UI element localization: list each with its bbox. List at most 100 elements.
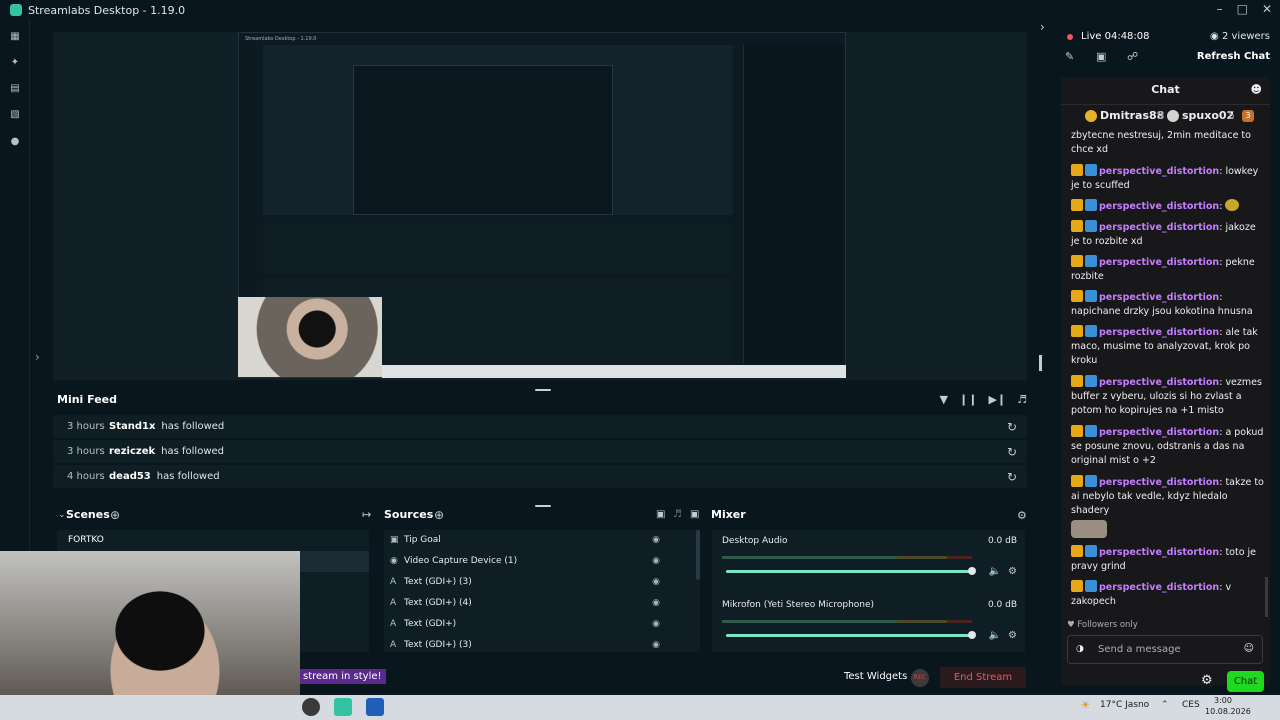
- collapse-scenes-icon[interactable]: ⌄: [58, 510, 66, 520]
- skip-icon[interactable]: ▶❙: [988, 393, 1006, 406]
- message-user[interactable]: perspective_distortion: [1099, 201, 1219, 212]
- chat-input[interactable]: ◑ Send a message ☺: [1067, 635, 1263, 664]
- message-user[interactable]: perspective_distortion: [1099, 257, 1219, 268]
- leader-name[interactable]: spuxo02: [1182, 109, 1234, 122]
- visibility-icon[interactable]: ◉: [652, 551, 660, 572]
- chat-users-icon[interactable]: ☻: [1251, 83, 1262, 96]
- source-item[interactable]: A Text (GDI+) (4) ◉: [384, 593, 694, 614]
- maximize-icon[interactable]: □: [1237, 2, 1248, 16]
- source-label: Text (GDI+) (3): [404, 577, 472, 587]
- collapse-chevron-icon[interactable]: ›: [1040, 20, 1045, 34]
- taskbar-app-record-icon[interactable]: [302, 698, 320, 716]
- channel-settings-icon[interactable]: ⚙: [1008, 630, 1017, 641]
- feed-user[interactable]: reziczek: [109, 446, 155, 457]
- source-group-icon[interactable]: ▣: [656, 509, 665, 520]
- source-item[interactable]: A Text (GDI+) (3) ◉: [384, 635, 694, 652]
- leader-count: 9: [1157, 109, 1164, 122]
- repeat-alert-icon[interactable]: ↻: [1007, 445, 1017, 459]
- mixer-title: Mixer: [711, 508, 746, 521]
- weather-label[interactable]: 17°C Jasno: [1100, 700, 1149, 710]
- chat-message: perspective_distortion: takze to ai neby…: [1071, 475, 1266, 538]
- source-item[interactable]: ◉ Video Capture Device (1) ◉: [384, 551, 694, 572]
- taskbar-app-streamlabs-icon[interactable]: [334, 698, 352, 716]
- volume-icon[interactable]: ♬: [1017, 393, 1027, 406]
- message-user[interactable]: perspective_distortion: [1099, 477, 1219, 488]
- volume-slider[interactable]: [726, 567, 976, 575]
- visibility-icon[interactable]: ◉: [652, 614, 660, 635]
- scene-item[interactable]: FORTKO: [57, 530, 369, 551]
- volume-knob[interactable]: [968, 631, 976, 639]
- emote-picker-icon[interactable]: ☺: [1244, 643, 1254, 654]
- folder-icon[interactable]: ▣: [690, 509, 699, 520]
- volume-slider[interactable]: [726, 631, 976, 639]
- expand-chevron-icon[interactable]: ›: [35, 350, 40, 364]
- message-user[interactable]: perspective_distortion: [1099, 582, 1219, 593]
- crown-badge-icon: [1071, 255, 1083, 267]
- volume-knob[interactable]: [968, 567, 976, 575]
- minimize-icon[interactable]: –: [1217, 2, 1223, 16]
- record-play-icon[interactable]: ●: [9, 137, 21, 147]
- prime-badge-icon: [1085, 199, 1097, 211]
- close-icon[interactable]: ✕: [1262, 2, 1272, 16]
- mini-feed: Mini Feed ▼ ❙❙ ▶❙ ♬ 3 hours Stand1x has …: [53, 390, 1027, 495]
- end-stream-button[interactable]: End Stream: [940, 667, 1026, 688]
- message-user[interactable]: perspective_distortion: [1099, 292, 1219, 303]
- source-item[interactable]: A Text (GDI+) (3) ◉: [384, 572, 694, 593]
- source-item[interactable]: ▣ Tip Goal ◉: [384, 530, 694, 551]
- taskbar-app-window-icon[interactable]: [366, 698, 384, 716]
- feed-user[interactable]: dead53: [109, 471, 151, 482]
- text-icon: A: [390, 598, 397, 608]
- repeat-alert-icon[interactable]: ↻: [1007, 470, 1017, 484]
- emote-image-icon: [1071, 520, 1107, 538]
- test-widgets-button[interactable]: Test Widgets: [844, 671, 907, 682]
- filter-icon[interactable]: ▼: [940, 393, 948, 406]
- repeat-alert-icon[interactable]: ↻: [1007, 420, 1017, 434]
- visibility-icon[interactable]: ◉: [652, 635, 660, 652]
- clock-date[interactable]: 10.08.2026: [1205, 707, 1251, 716]
- add-scene-icon[interactable]: ⊕: [110, 508, 120, 522]
- message-user[interactable]: perspective_distortion: [1099, 427, 1219, 438]
- themes-icon[interactable]: ✦: [9, 58, 21, 68]
- channel-settings-icon[interactable]: ⚙: [1008, 566, 1017, 577]
- mute-icon[interactable]: 🔈: [989, 566, 1001, 577]
- apps-icon[interactable]: ▧: [9, 110, 21, 120]
- save-replay-icon[interactable]: ▣: [1096, 50, 1106, 63]
- sources-scrollbar[interactable]: [696, 530, 700, 580]
- chat-scrollbar[interactable]: [1265, 577, 1268, 617]
- tray-chevron-icon[interactable]: ⌃: [1161, 700, 1169, 710]
- visibility-icon[interactable]: ◉: [652, 530, 660, 551]
- message-user[interactable]: perspective_distortion: [1099, 222, 1219, 233]
- crown-badge-icon: [1071, 375, 1083, 387]
- stream-preview[interactable]: Streamlabs Desktop - 1.19.0: [53, 32, 1027, 380]
- message-user[interactable]: perspective_distortion: [1099, 327, 1219, 338]
- message-user[interactable]: perspective_distortion: [1099, 166, 1219, 177]
- feed-resize-handle[interactable]: [535, 505, 551, 507]
- visibility-icon[interactable]: ◉: [652, 572, 660, 593]
- source-item[interactable]: A Text (GDI+) ◉: [384, 614, 694, 635]
- preview-taskbar: [382, 365, 846, 378]
- mixer-settings-icon[interactable]: ⚙: [1017, 509, 1027, 522]
- panel-resize-handle[interactable]: [1039, 355, 1042, 371]
- record-button[interactable]: REC: [911, 669, 929, 687]
- pause-icon[interactable]: ❙❙: [959, 393, 977, 406]
- chat-settings-icon[interactable]: ⚙: [1201, 673, 1213, 688]
- leader-name[interactable]: Dmitras88: [1100, 109, 1164, 122]
- chat-send-button[interactable]: Chat: [1227, 671, 1264, 692]
- message-user[interactable]: perspective_distortion: [1099, 547, 1219, 558]
- scene-transitions-icon[interactable]: ↦: [362, 508, 371, 521]
- store-icon[interactable]: ▤: [9, 84, 21, 94]
- promo-badge[interactable]: stream in style!: [299, 669, 386, 684]
- feed-user[interactable]: Stand1x: [109, 421, 155, 432]
- clock-time[interactable]: 3:00: [1214, 696, 1232, 705]
- add-source-icon[interactable]: ⊕: [434, 508, 444, 522]
- shield-icon[interactable]: ◑: [1076, 644, 1084, 654]
- edit-stream-info-icon[interactable]: ✎: [1065, 50, 1074, 63]
- editor-icon[interactable]: ▦: [9, 32, 21, 42]
- language-indicator[interactable]: CES: [1182, 700, 1200, 710]
- visibility-icon[interactable]: ◉: [652, 593, 660, 614]
- refresh-chat-button[interactable]: Refresh Chat: [1197, 51, 1270, 62]
- mute-icon[interactable]: 🔈: [989, 630, 1001, 641]
- message-user[interactable]: perspective_distortion: [1099, 377, 1219, 388]
- audio-mixer-icon[interactable]: ♬: [673, 509, 682, 520]
- share-icon[interactable]: ☍: [1127, 50, 1138, 63]
